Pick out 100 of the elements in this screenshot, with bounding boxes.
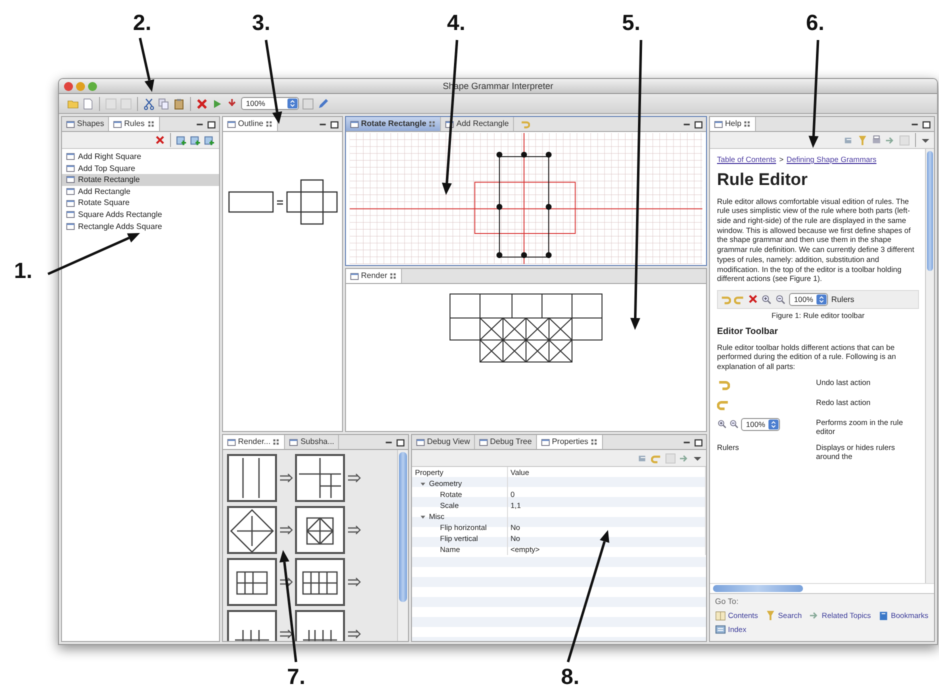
rule-item[interactable]: Add Top Square [62, 162, 219, 174]
rule-arrow-icon [279, 473, 293, 483]
zoom-in-icon [761, 294, 772, 305]
stepper-icon [287, 98, 298, 109]
expand-icon[interactable] [420, 480, 427, 488]
zoom-out-icon [729, 419, 739, 430]
view-icon [113, 120, 122, 128]
scrollbar[interactable] [925, 149, 934, 584]
cut-icon[interactable] [143, 98, 155, 110]
delete-icon[interactable] [155, 135, 165, 145]
pencil-icon[interactable] [317, 98, 329, 110]
rule-item[interactable]: Rotate Rectangle [62, 174, 219, 186]
callout-number: 2. [133, 10, 152, 36]
rule-arrow-icon [279, 577, 293, 587]
rule-arrow-icon [279, 525, 293, 535]
view-tab[interactable]: Outline [223, 117, 278, 131]
view-tab[interactable]: Add Rectangle [441, 117, 514, 131]
rule-arrow-icon [347, 577, 361, 587]
view-icon [350, 120, 359, 128]
copy-icon[interactable] [158, 98, 170, 110]
view-icon [540, 438, 550, 446]
new-file-icon[interactable] [82, 98, 94, 110]
scrollbar[interactable] [713, 585, 803, 592]
rule-thumbnail-drawing [227, 558, 277, 606]
view-tab[interactable]: Subsha... [285, 435, 340, 449]
zoom-in-icon [717, 419, 727, 430]
maximize-icon[interactable] [396, 438, 405, 446]
delete-icon[interactable] [196, 98, 208, 110]
callout-number: 3. [252, 10, 270, 36]
rule-thumbnail-drawing [295, 454, 345, 502]
rule-arrow-icon [279, 629, 293, 639]
expand-icon[interactable] [420, 514, 427, 521]
maximize-icon[interactable] [207, 120, 216, 128]
zoom-out-icon [775, 294, 786, 305]
rulers-label: Rulers [831, 294, 854, 304]
view-icon [350, 272, 359, 280]
maximize-icon[interactable] [330, 120, 339, 128]
view-icon [479, 438, 488, 446]
close-icon[interactable] [64, 82, 73, 90]
open-folder-icon[interactable] [67, 98, 79, 110]
undo-icon [720, 294, 731, 305]
maximize-icon[interactable] [694, 438, 703, 446]
view-tab[interactable]: Properties [536, 435, 604, 449]
paste-icon[interactable] [173, 98, 185, 110]
rule-arrow-icon [347, 525, 361, 535]
view-tab[interactable]: Rules [109, 117, 160, 131]
view-tab[interactable]: Render... [223, 435, 286, 449]
maximize-icon[interactable] [922, 120, 931, 128]
zoom-icon[interactable] [88, 82, 97, 90]
view-icon [289, 438, 298, 446]
search-icon [765, 610, 776, 621]
goto-label: Go To: [715, 597, 740, 607]
view-tab[interactable]: Help [710, 117, 756, 131]
view-tab[interactable]: Debug Tree [475, 435, 537, 449]
view-icon [714, 120, 723, 128]
view-icon [416, 438, 425, 446]
callout-number: 8. [561, 664, 580, 690]
rule-item[interactable]: Add Rectangle [62, 186, 219, 198]
redo-icon [734, 294, 745, 305]
rule-thumbnail-drawing [295, 506, 345, 554]
stepper-icon [768, 418, 780, 430]
rule-item[interactable]: Add Right Square [62, 151, 219, 163]
rule-arrow-icon [347, 629, 361, 639]
contents-icon [715, 610, 726, 621]
callout-number: 6. [806, 10, 824, 36]
related-icon [808, 610, 820, 621]
callout-number: 7. [287, 664, 306, 690]
drag-handle-icon [265, 120, 274, 128]
index-icon [715, 624, 726, 635]
drag-handle-icon [743, 120, 752, 128]
scrollbar[interactable] [397, 450, 408, 641]
help-title: Rule Editor [717, 170, 809, 190]
drag-handle-icon [428, 120, 436, 128]
drag-handle-icon [272, 438, 280, 446]
view-icon [66, 120, 75, 128]
delete-icon [748, 294, 758, 304]
drag-handle-icon [146, 120, 155, 128]
run-icon[interactable] [211, 98, 223, 110]
rule-thumbnail-drawing [227, 506, 277, 554]
stepper-icon [816, 294, 828, 305]
rule-item[interactable]: Square Adds Rectangle [62, 208, 219, 221]
rule-item[interactable]: Rectangle Adds Square [62, 220, 219, 232]
callout-number: 5. [622, 10, 640, 36]
bookmarks-icon [878, 610, 889, 621]
drag-handle-icon [389, 272, 398, 280]
drag-handle-icon [590, 438, 598, 446]
view-tab[interactable]: Debug View [412, 435, 475, 449]
rule-item[interactable]: Rotate Square [62, 197, 219, 209]
maximize-icon[interactable] [694, 120, 703, 128]
view-tab[interactable]: Rotate Rectangle [346, 117, 442, 131]
print-icon[interactable] [871, 134, 882, 146]
rule-arrow-icon [347, 473, 361, 483]
callout-number: 4. [447, 10, 466, 36]
rule-thumbnail-drawing [295, 558, 345, 606]
view-tab[interactable]: Render [346, 269, 402, 283]
section-heading: Editor Toolbar [717, 326, 779, 337]
annotation-arrow [138, 38, 154, 92]
rule-thumbnail-drawing [227, 454, 277, 502]
callout-number: 1. [14, 258, 32, 284]
view-icon [227, 120, 236, 128]
